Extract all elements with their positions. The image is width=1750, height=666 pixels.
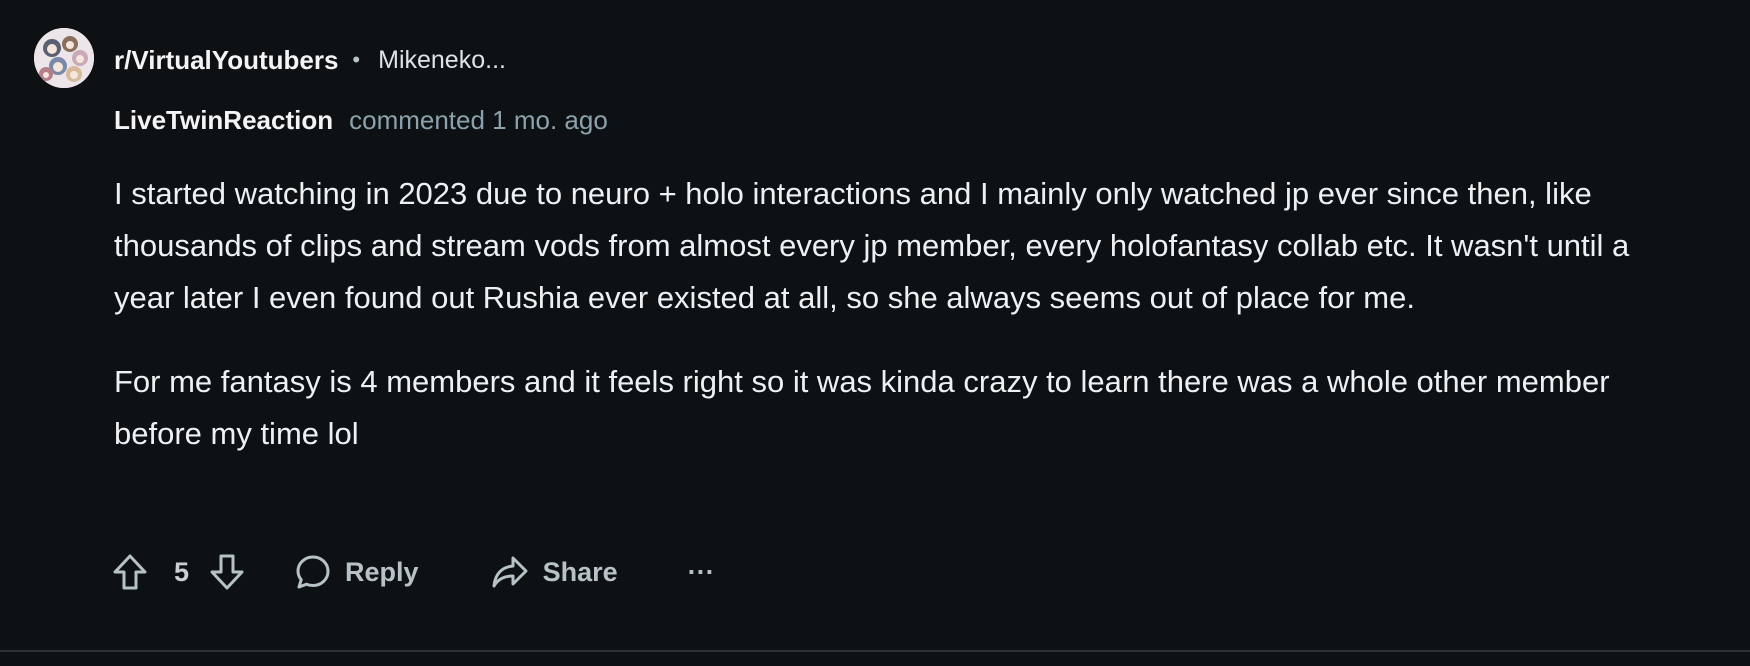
subreddit-link[interactable]: r/VirtualYoutubers xyxy=(114,45,338,76)
subreddit-avatar[interactable] xyxy=(34,28,94,88)
share-arrow-icon xyxy=(492,556,528,588)
comment-meta: LiveTwinReaction commented 1 mo. ago xyxy=(114,100,608,140)
post-header: r/VirtualYoutubers • Mikeneko... xyxy=(114,40,506,80)
avatar-image xyxy=(34,28,94,88)
share-button[interactable]: Share xyxy=(491,555,618,589)
divider xyxy=(0,650,1750,652)
post-title-link[interactable]: Mikeneko... xyxy=(378,46,506,75)
speech-bubble-icon xyxy=(296,555,330,589)
more-options-icon: ··· xyxy=(687,556,715,587)
arrow-up-icon xyxy=(113,554,147,590)
comment-paragraph-1: I started watching in 2023 due to neuro … xyxy=(114,176,1630,315)
separator-dot: • xyxy=(352,47,361,72)
share-label: Share xyxy=(542,556,618,587)
comment-author[interactable]: LiveTwinReaction xyxy=(114,105,333,136)
comment-timestamp: commented 1 mo. ago xyxy=(349,104,608,135)
comment-card: r/VirtualYoutubers • Mikeneko... LiveTwi… xyxy=(0,0,1750,650)
more-options-button[interactable]: ··· xyxy=(688,557,715,588)
downvote-button[interactable] xyxy=(209,553,245,591)
comment-paragraph-2: For me fantasy is 4 members and it feels… xyxy=(114,364,1610,451)
reply-label: Reply xyxy=(345,556,419,587)
reply-button[interactable]: Reply xyxy=(295,554,419,590)
comment-actions: 5 Reply Share ··· xyxy=(112,550,715,594)
comment-body: I started watching in 2023 due to neuro … xyxy=(114,168,1674,460)
arrow-down-icon xyxy=(210,554,244,590)
vote-count: 5 xyxy=(174,556,190,587)
upvote-button[interactable] xyxy=(112,553,148,591)
